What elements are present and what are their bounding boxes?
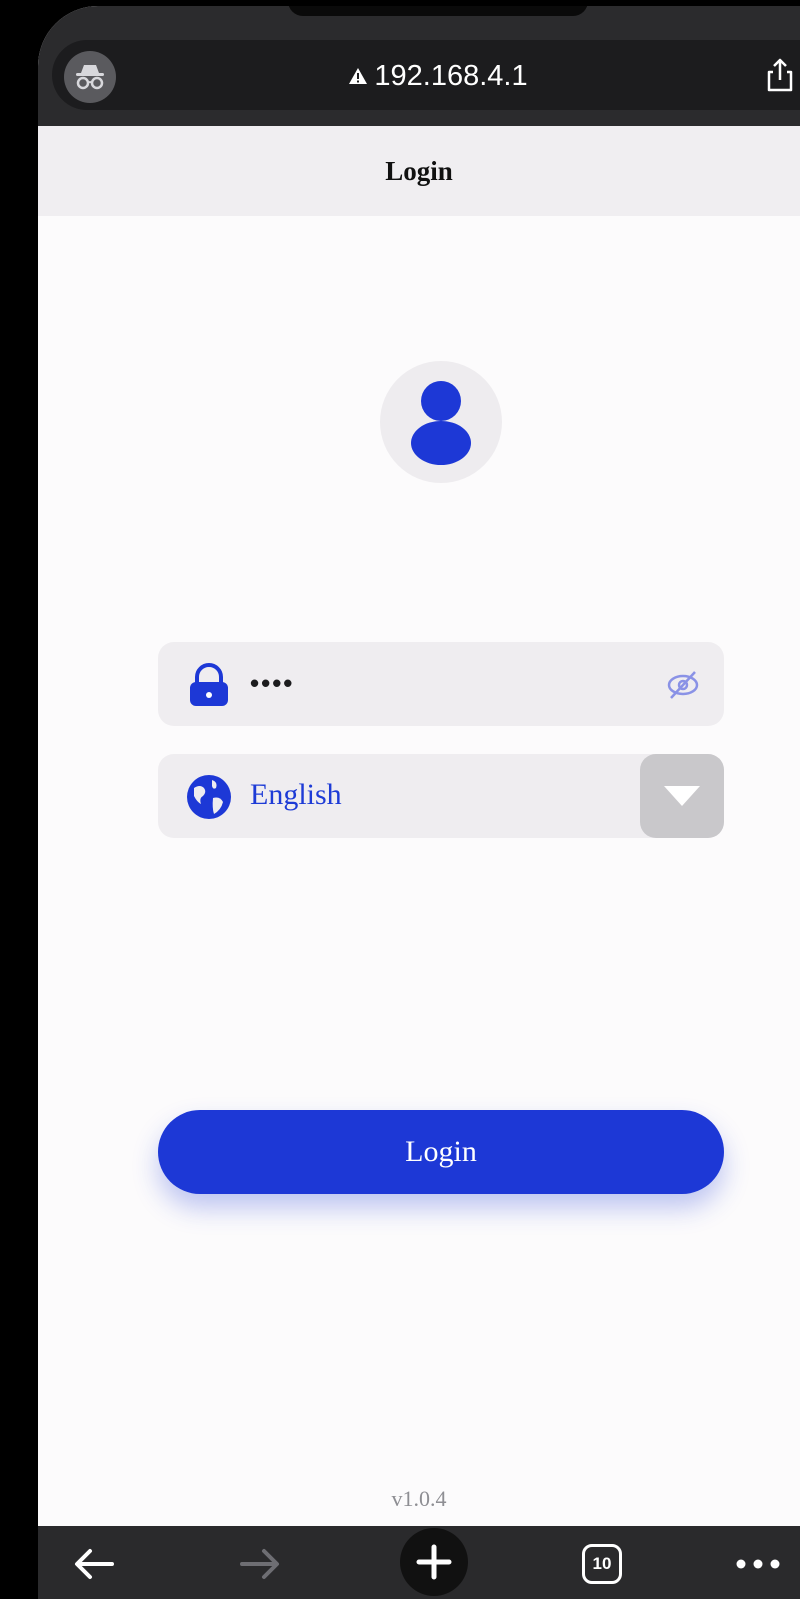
password-field[interactable]: ••••: [158, 642, 724, 726]
tab-count: 10: [582, 1544, 622, 1584]
share-icon[interactable]: [760, 56, 800, 96]
page-header: Login: [38, 126, 800, 216]
device-notch: [288, 6, 588, 16]
incognito-icon[interactable]: [64, 51, 116, 103]
browser-top-bar: 192.168.4.1: [38, 6, 800, 126]
avatar: [380, 361, 502, 483]
phone-screen: 192.168.4.1 Login •••• English Login v1.…: [38, 6, 800, 1599]
user-icon: [411, 381, 471, 465]
browser-bottom-toolbar: 10: [38, 1526, 800, 1599]
chevron-down-icon: [664, 786, 700, 806]
url-display[interactable]: 192.168.4.1: [308, 58, 568, 94]
tabs-icon[interactable]: 10: [572, 1534, 632, 1594]
language-select[interactable]: English: [158, 754, 724, 838]
password-value: ••••: [250, 668, 295, 698]
forward-arrow-icon[interactable]: [230, 1534, 290, 1594]
url-text: 192.168.4.1: [374, 59, 528, 92]
warning-icon: [349, 68, 368, 84]
eye-off-icon[interactable]: [666, 668, 700, 702]
more-icon[interactable]: [728, 1534, 788, 1594]
login-button[interactable]: Login: [158, 1110, 724, 1194]
dropdown-toggle[interactable]: [640, 754, 724, 838]
globe-icon: [186, 774, 232, 820]
page-title: Login: [385, 155, 453, 186]
new-tab-icon[interactable]: [400, 1528, 468, 1596]
language-value: English: [250, 778, 342, 811]
version-label: v1.0.4: [391, 1486, 447, 1511]
back-arrow-icon[interactable]: [64, 1534, 124, 1594]
lock-icon: [188, 662, 230, 708]
